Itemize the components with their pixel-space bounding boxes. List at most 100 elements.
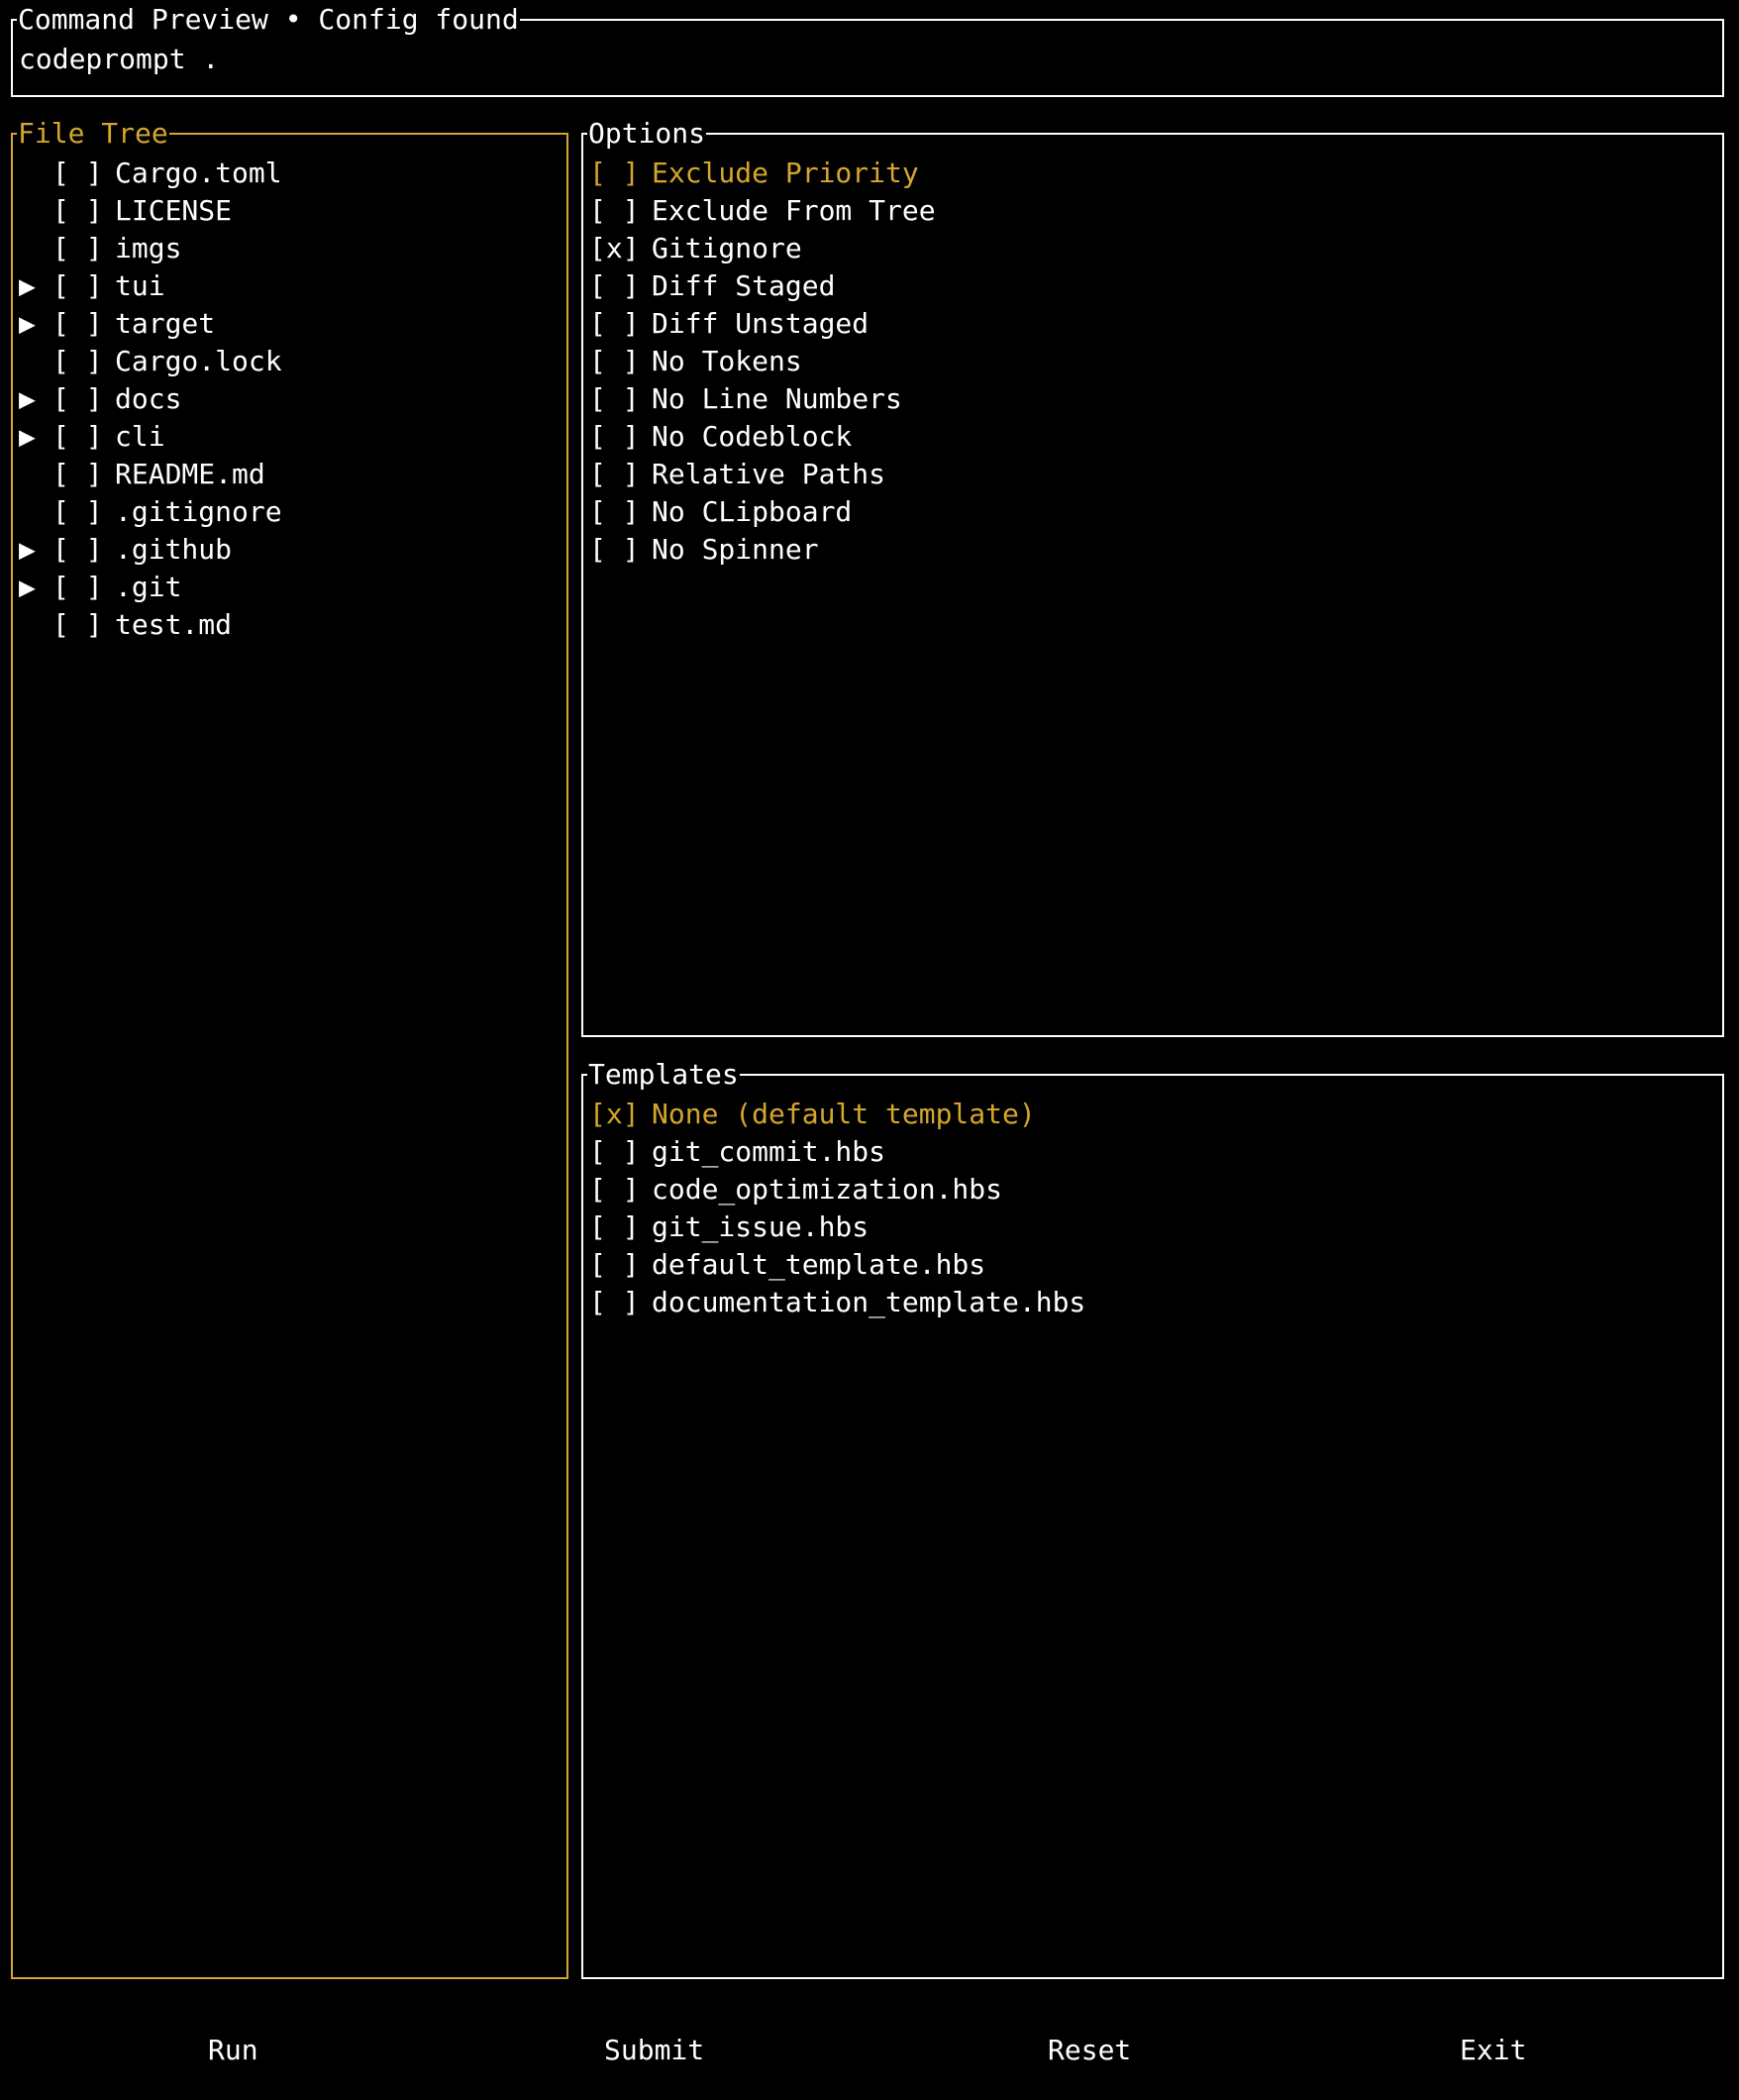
option-checkbox[interactable]: [ ] <box>589 456 652 493</box>
file-name: README.md <box>115 458 265 490</box>
template-label: documentation_template.hbs <box>652 1286 1086 1318</box>
option-no-tokens[interactable]: [ ] No Tokens <box>589 343 802 380</box>
template-item[interactable]: [ ] code_optimization.hbs <box>589 1171 1002 1208</box>
file-tree-item[interactable]: [ ] Cargo.toml <box>19 155 282 192</box>
file-checkbox[interactable]: [ ] <box>52 418 115 456</box>
file-name: Cargo.toml <box>115 157 282 189</box>
file-name: cli <box>115 420 165 453</box>
file-checkbox[interactable]: [ ] <box>52 343 115 380</box>
file-tree-item[interactable]: ▶[ ] target <box>19 305 215 343</box>
file-checkbox[interactable]: [ ] <box>52 531 115 569</box>
expand-arrow-icon[interactable]: ▶ <box>19 380 52 418</box>
option-label: No Line Numbers <box>652 382 902 415</box>
option-checkbox[interactable]: [ ] <box>589 531 652 569</box>
option-checkbox[interactable]: [ ] <box>589 305 652 343</box>
template-radio[interactable]: [x] <box>589 1096 652 1133</box>
file-tree-panel: File Tree [ ] Cargo.toml [ ] LICENSE [ ] im… <box>11 116 568 1979</box>
file-tree-item[interactable]: ▶[ ] docs <box>19 380 181 418</box>
option-label: Exclude From Tree <box>652 194 936 227</box>
option-checkbox[interactable]: [ ] <box>589 155 652 192</box>
template-label: None (default template) <box>652 1098 1036 1130</box>
file-checkbox[interactable]: [ ] <box>52 380 115 418</box>
file-tree-item[interactable]: [ ] LICENSE <box>19 192 232 230</box>
option-no-codeblock[interactable]: [ ] No Codeblock <box>589 418 852 456</box>
option-checkbox[interactable]: [x] <box>589 230 652 267</box>
template-item[interactable]: [ ] git_commit.hbs <box>589 1133 885 1171</box>
option-checkbox[interactable]: [ ] <box>589 380 652 418</box>
file-tree-item[interactable]: ▶[ ] cli <box>19 418 165 456</box>
file-checkbox[interactable]: [ ] <box>52 493 115 531</box>
option-diff-staged[interactable]: [ ] Diff Staged <box>589 267 835 305</box>
template-radio[interactable]: [ ] <box>589 1208 652 1246</box>
file-tree-item[interactable]: [ ] .gitignore <box>19 493 282 531</box>
command-preview-panel: Command Preview • Config found codepromp… <box>11 2 1724 97</box>
option-checkbox[interactable]: [ ] <box>589 343 652 380</box>
file-name: tui <box>115 269 165 302</box>
submit-button[interactable]: Submit <box>604 2031 704 2070</box>
option-label: Relative Paths <box>652 458 886 490</box>
template-radio[interactable]: [ ] <box>589 1246 652 1284</box>
exit-button[interactable]: Exit <box>1460 2031 1526 2070</box>
option-label: No CLipboard <box>652 495 853 528</box>
expand-arrow-icon[interactable]: ▶ <box>19 418 52 456</box>
option-label: Gitignore <box>652 232 802 264</box>
file-tree-item[interactable]: [ ] imgs <box>19 230 181 267</box>
option-relative-paths[interactable]: [ ] Relative Paths <box>589 456 885 493</box>
option-no-spinner[interactable]: [ ] No Spinner <box>589 531 819 569</box>
option-no-line-numbers[interactable]: [ ] No Line Numbers <box>589 380 902 418</box>
template-radio[interactable]: [ ] <box>589 1284 652 1321</box>
expand-arrow-icon[interactable]: ▶ <box>19 569 52 606</box>
template-label: default_template.hbs <box>652 1248 986 1281</box>
file-checkbox[interactable]: [ ] <box>52 606 115 644</box>
option-diff-unstaged[interactable]: [ ] Diff Unstaged <box>589 305 869 343</box>
template-item[interactable]: [ ] documentation_template.hbs <box>589 1284 1085 1321</box>
template-radio[interactable]: [ ] <box>589 1133 652 1171</box>
options-title: Options <box>587 116 707 152</box>
file-tree-title: File Tree <box>17 116 169 152</box>
option-checkbox[interactable]: [ ] <box>589 192 652 230</box>
file-checkbox[interactable]: [ ] <box>52 305 115 343</box>
file-checkbox[interactable]: [ ] <box>52 155 115 192</box>
expand-arrow-icon[interactable]: ▶ <box>19 305 52 343</box>
option-checkbox[interactable]: [ ] <box>589 418 652 456</box>
command-preview-text: codeprompt . <box>19 43 220 75</box>
option-no-clipboard[interactable]: [ ] No CLipboard <box>589 493 852 531</box>
option-exclude-priority[interactable]: [ ] Exclude Priority <box>589 155 919 192</box>
run-button[interactable]: Run <box>208 2031 258 2070</box>
template-radio[interactable]: [ ] <box>589 1171 652 1208</box>
file-tree-item[interactable]: [ ] test.md <box>19 606 232 644</box>
templates-panel: Templates [x] None (default template) [ ]… <box>581 1057 1724 1979</box>
option-label: No Tokens <box>652 345 802 377</box>
file-name: LICENSE <box>115 194 233 227</box>
options-panel: Options [ ] Exclude Priority [ ] Exclude F… <box>581 116 1724 1037</box>
template-item[interactable]: [ ] default_template.hbs <box>589 1246 985 1284</box>
reset-button[interactable]: Reset <box>1048 2031 1131 2070</box>
option-exclude-from-tree[interactable]: [ ] Exclude From Tree <box>589 192 936 230</box>
expand-arrow-icon[interactable]: ▶ <box>19 267 52 305</box>
file-tree-item[interactable]: ▶[ ] tui <box>19 267 165 305</box>
file-checkbox[interactable]: [ ] <box>52 192 115 230</box>
file-tree-item[interactable]: ▶[ ] .git <box>19 569 181 606</box>
file-name: target <box>115 307 216 340</box>
file-name: imgs <box>115 232 182 264</box>
file-tree-item[interactable]: [ ] README.md <box>19 456 265 493</box>
template-label: git_commit.hbs <box>652 1135 886 1168</box>
file-tree-item[interactable]: ▶[ ] .github <box>19 531 232 569</box>
file-name: .gitignore <box>115 495 282 528</box>
file-checkbox[interactable]: [ ] <box>52 267 115 305</box>
file-name: .git <box>115 571 182 603</box>
expand-arrow-icon[interactable]: ▶ <box>19 531 52 569</box>
option-gitignore[interactable]: [x] Gitignore <box>589 230 802 267</box>
option-checkbox[interactable]: [ ] <box>589 267 652 305</box>
file-checkbox[interactable]: [ ] <box>52 569 115 606</box>
command-preview-title: Command Preview • Config found <box>17 2 520 38</box>
template-item[interactable]: [x] None (default template) <box>589 1096 1036 1133</box>
template-label: git_issue.hbs <box>652 1210 870 1243</box>
option-label: No Spinner <box>652 533 819 566</box>
option-checkbox[interactable]: [ ] <box>589 493 652 531</box>
template-item[interactable]: [ ] git_issue.hbs <box>589 1208 869 1246</box>
file-checkbox[interactable]: [ ] <box>52 456 115 493</box>
file-checkbox[interactable]: [ ] <box>52 230 115 267</box>
file-name: test.md <box>115 608 233 641</box>
file-tree-item[interactable]: [ ] Cargo.lock <box>19 343 282 380</box>
